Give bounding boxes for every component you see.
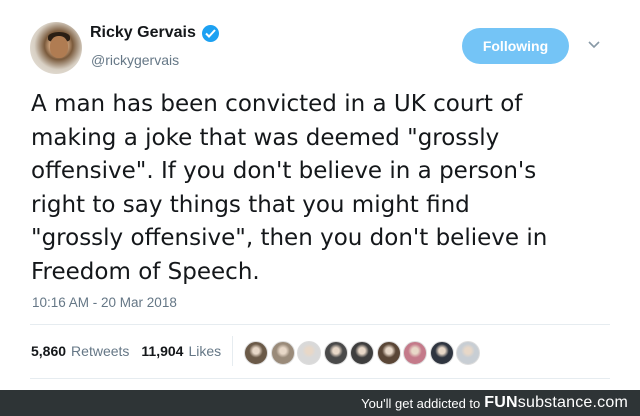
tweet-timestamp[interactable]: 10:16 AM - 20 Mar 2018 [32, 295, 177, 310]
liker-avatar[interactable] [403, 341, 427, 365]
divider [30, 378, 610, 379]
retweets-count[interactable]: 5,860 [31, 343, 66, 359]
liker-avatars [244, 341, 480, 365]
liker-avatar[interactable] [429, 341, 454, 365]
tweet-text-line: A man has been convicted in a UK court o… [31, 91, 523, 117]
likes-label[interactable]: Likes [188, 343, 221, 359]
stats-separator [232, 336, 233, 366]
verified-badge-icon [201, 24, 219, 42]
liker-avatar[interactable] [270, 341, 295, 365]
divider [30, 324, 610, 325]
user-name-row: Ricky Gervais [90, 24, 219, 42]
tweet-text-line: Freedom of Speech. [31, 258, 260, 285]
tweet-text-line: offensive". If you don't believe in a pe… [31, 158, 537, 184]
site-logo[interactable]: FUNsubstance.com [484, 394, 628, 412]
following-button[interactable]: Following [462, 28, 569, 64]
tweet-text-line: "grossly offensive", then you don't beli… [31, 225, 548, 251]
display-name[interactable]: Ricky Gervais [90, 24, 196, 42]
liker-avatar[interactable] [323, 341, 348, 365]
liker-avatar[interactable] [297, 341, 321, 365]
user-handle[interactable]: @rickygervais [91, 52, 179, 68]
retweets-label[interactable]: Retweets [71, 343, 129, 359]
tweet-text: A man has been convicted in a UK court o… [31, 88, 621, 289]
likes-count[interactable]: 11,904 [141, 343, 183, 359]
avatar-face [50, 36, 68, 58]
tweet-card: Ricky Gervais @rickygervais Following A … [0, 0, 640, 390]
tweet-text-line: right to say things that you might find [31, 191, 470, 218]
brand-bold: FUN [484, 394, 518, 411]
avatar[interactable] [30, 22, 82, 74]
chevron-down-icon[interactable] [586, 38, 602, 52]
tweet-text-line: making a joke that was deemed "grossly [31, 124, 500, 151]
site-footer-banner: You'll get addicted to FUNsubstance.com [0, 390, 640, 416]
liker-avatar[interactable] [376, 341, 401, 365]
liker-avatar[interactable] [456, 341, 480, 365]
liker-avatar[interactable] [350, 341, 374, 365]
brand-light: substance [517, 394, 593, 411]
liker-avatar[interactable] [244, 341, 268, 365]
tweet-stats: 5,860 Retweets 11,904 Likes [31, 343, 233, 359]
footer-tagline: You'll get addicted to [361, 395, 481, 411]
brand-suffix: .com [592, 394, 628, 411]
